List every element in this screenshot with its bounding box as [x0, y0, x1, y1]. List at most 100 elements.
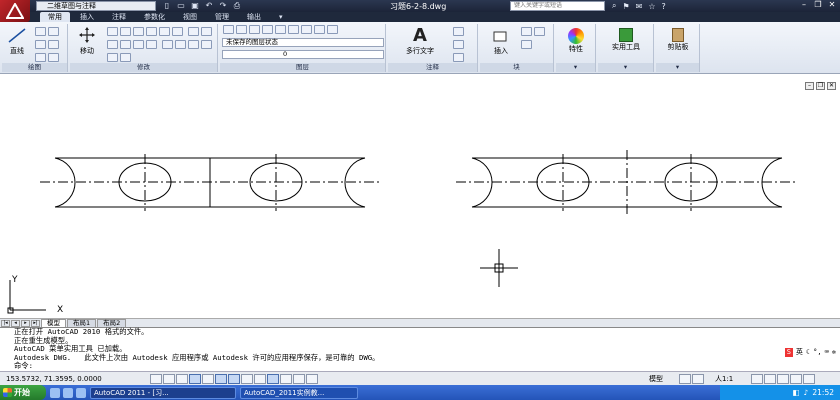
- clean-screen-icon[interactable]: [803, 373, 815, 384]
- properties-panel-expand-icon[interactable]: ▾: [556, 63, 595, 72]
- erase-icon[interactable]: [133, 27, 144, 36]
- explode-icon[interactable]: [187, 27, 199, 36]
- layer-unlock-icon[interactable]: [314, 25, 325, 34]
- tab-annotate[interactable]: 注释: [104, 12, 134, 22]
- layer-properties-icon[interactable]: [223, 25, 234, 34]
- open-icon[interactable]: ▭: [176, 1, 186, 10]
- command-prompt[interactable]: 命令:: [14, 361, 840, 371]
- plot-icon[interactable]: ⎙: [232, 1, 242, 10]
- create-block-icon[interactable]: [521, 27, 532, 36]
- snap-tracking-toggle[interactable]: [228, 373, 240, 384]
- circle-icon[interactable]: [35, 40, 46, 49]
- model-space-label[interactable]: 模型: [649, 374, 679, 384]
- layer-walk-icon[interactable]: [327, 25, 338, 34]
- chamfer-icon[interactable]: [161, 40, 173, 49]
- annotation-panel-label[interactable]: 注释: [388, 63, 477, 72]
- block-panel-label[interactable]: 块: [480, 63, 553, 72]
- array-icon[interactable]: [120, 40, 131, 49]
- dimension-icon[interactable]: [453, 27, 464, 36]
- clipboard-button[interactable]: 剪贴板: [660, 28, 696, 52]
- layers-panel-label[interactable]: 图层: [220, 63, 385, 72]
- scale-icon[interactable]: [107, 40, 118, 49]
- tab-parametric[interactable]: 参数化: [136, 12, 173, 22]
- allow-ucs-toggle[interactable]: [241, 373, 253, 384]
- selection-cycling-toggle[interactable]: [306, 373, 318, 384]
- clock[interactable]: 21:52: [812, 388, 834, 397]
- mirror-icon[interactable]: [159, 27, 170, 36]
- tab-view[interactable]: 视图: [175, 12, 205, 22]
- offset-icon[interactable]: [133, 40, 144, 49]
- quick-view-layouts-icon[interactable]: [679, 373, 691, 384]
- draw-panel-label[interactable]: 绘图: [2, 63, 67, 72]
- dynamic-input-toggle[interactable]: [254, 373, 266, 384]
- copy-icon[interactable]: [146, 27, 157, 36]
- subscription-icon[interactable]: ⚑: [622, 2, 629, 11]
- move-button[interactable]: 移动: [72, 26, 102, 56]
- layer-isolate-icon[interactable]: [262, 25, 273, 34]
- layer-state-select[interactable]: 未保存的图层状态: [222, 38, 384, 47]
- volume-icon[interactable]: ♪: [804, 388, 809, 397]
- workspace-select[interactable]: 二维草图与注释: [36, 1, 156, 11]
- search-icon[interactable]: ⌕: [612, 1, 616, 11]
- arc-icon[interactable]: [35, 53, 46, 62]
- new-icon[interactable]: ▯: [162, 1, 172, 10]
- current-layer-select[interactable]: 0: [222, 50, 384, 59]
- ie-icon[interactable]: [50, 387, 60, 398]
- lock-ui-icon[interactable]: [790, 373, 802, 384]
- clipboard-panel-expand-icon[interactable]: ▾: [656, 63, 699, 72]
- mtext-button[interactable]: A 多行文字: [398, 26, 442, 56]
- rectangle-icon[interactable]: [48, 53, 59, 62]
- layer-off-icon[interactable]: [288, 25, 299, 34]
- modify-panel-label[interactable]: 修改: [70, 63, 217, 72]
- hatch-icon[interactable]: [48, 40, 59, 49]
- undo-icon[interactable]: ↶: [204, 1, 214, 10]
- punctuation-icon[interactable]: °,: [813, 348, 821, 357]
- autocad-logo-button[interactable]: [0, 0, 30, 22]
- ime-language[interactable]: 英: [796, 348, 803, 357]
- object-snap-toggle[interactable]: [215, 373, 227, 384]
- tab-next-icon[interactable]: ▸: [21, 319, 30, 327]
- communication-icon[interactable]: ✉: [636, 2, 643, 11]
- sogou-icon[interactable]: S: [784, 348, 793, 357]
- annotation-visibility-icon[interactable]: [751, 373, 763, 384]
- layer-lock-icon[interactable]: [301, 25, 312, 34]
- leader-icon[interactable]: [453, 40, 464, 49]
- task-document[interactable]: AutoCAD_2011实例教...: [240, 386, 358, 399]
- join-icon[interactable]: [187, 40, 199, 49]
- tab-layout2[interactable]: 布局2: [97, 319, 127, 327]
- close-icon[interactable]: ✕: [826, 0, 838, 10]
- command-window[interactable]: 正在打开 AutoCAD 2010 格式的文件。 正在重生成模型。 AutoCA…: [0, 327, 840, 371]
- ime-settings-icon[interactable]: ✲: [832, 348, 836, 357]
- annotation-scale[interactable]: 人1:1: [715, 374, 751, 384]
- minimize-icon[interactable]: –: [798, 0, 810, 10]
- tab-home[interactable]: 常用: [40, 12, 70, 22]
- tab-output[interactable]: 输出: [239, 12, 269, 22]
- task-autocad[interactable]: AutoCAD 2011 - [习...: [90, 386, 236, 399]
- tab-prev-icon[interactable]: ◂: [11, 319, 20, 327]
- media-icon[interactable]: [76, 387, 86, 398]
- moon-icon[interactable]: ☾: [806, 348, 810, 357]
- favorites-icon[interactable]: ☆: [648, 2, 655, 11]
- desktop-icon[interactable]: [63, 387, 73, 398]
- line-button[interactable]: 直线: [4, 26, 30, 56]
- auto-scale-icon[interactable]: [764, 373, 776, 384]
- trim-icon[interactable]: [120, 27, 131, 36]
- lengthen-icon[interactable]: [200, 40, 212, 49]
- properties-button[interactable]: 特性: [560, 28, 592, 54]
- quick-properties-toggle[interactable]: [293, 373, 305, 384]
- quick-view-drawings-icon[interactable]: [692, 373, 704, 384]
- network-icon[interactable]: ◧: [792, 388, 799, 397]
- tab-manage[interactable]: 管理: [207, 12, 237, 22]
- drawing-area[interactable]: – ❐ ✕ Y X: [0, 74, 840, 318]
- workspace-switch-icon[interactable]: [777, 373, 789, 384]
- layer-prev-icon[interactable]: [249, 25, 260, 34]
- tab-first-icon[interactable]: |◂: [1, 319, 10, 327]
- tab-insert[interactable]: 插入: [72, 12, 102, 22]
- break-icon[interactable]: [174, 40, 186, 49]
- tab-last-icon[interactable]: ▸|: [31, 319, 40, 327]
- lineweight-toggle[interactable]: [267, 373, 279, 384]
- start-button[interactable]: 开始: [0, 385, 46, 400]
- layer-match-icon[interactable]: [236, 25, 247, 34]
- snap-mode-toggle[interactable]: [163, 373, 175, 384]
- transparency-toggle[interactable]: [280, 373, 292, 384]
